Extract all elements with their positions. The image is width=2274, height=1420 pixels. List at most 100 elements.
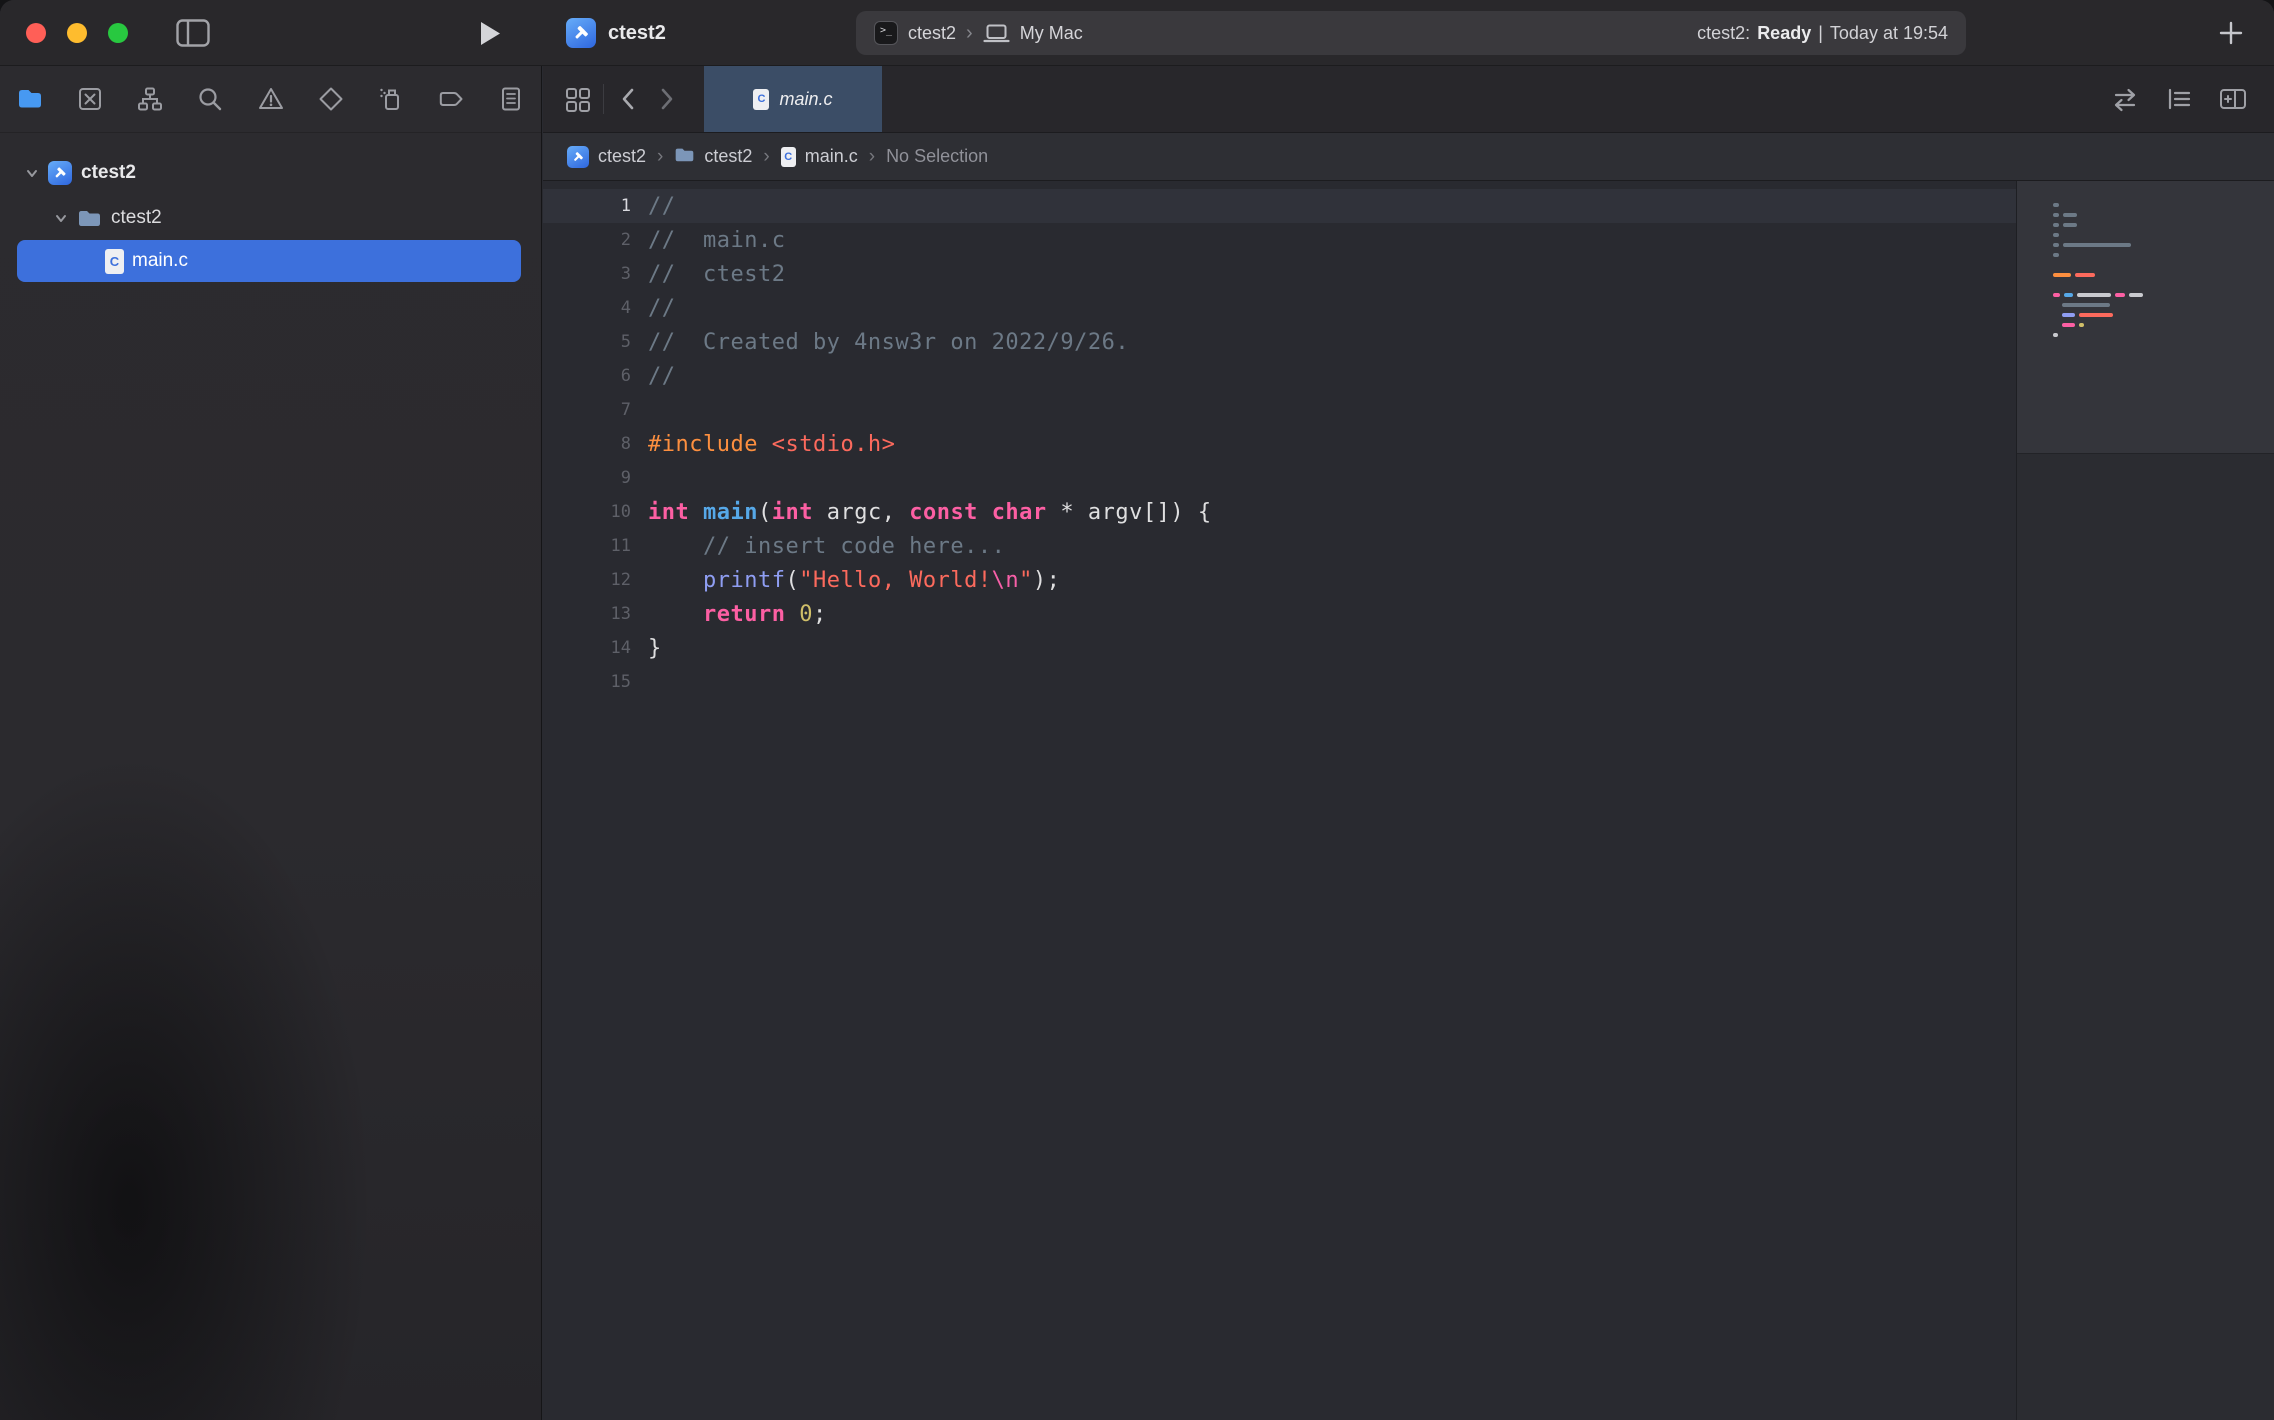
add-button[interactable] [2218,20,2244,51]
minimap-line [2053,233,2274,237]
activity-viewer[interactable]: ctest2: Ready | Today at 19:54 [1697,23,1948,44]
breadcrumb-item-group[interactable]: ctest2 [674,146,752,168]
sidebar-toggle-button[interactable] [176,19,210,52]
code-text: int main(int argc, const char * argv[]) … [648,500,1212,525]
c-file-icon: C [753,89,769,110]
plus-icon [2218,20,2244,46]
minimap-code-preview [2017,181,2274,454]
breakpoint-navigator-icon[interactable] [436,84,466,114]
code-line[interactable]: 10 int main(int argc, const char * argv[]… [543,495,2016,529]
code-line[interactable]: 3// ctest2 [543,257,2016,291]
code-line[interactable]: 5// Created by 4nsw3r on 2022/9/26. [543,325,2016,359]
minimap-line [2053,303,2274,307]
navigator-sidebar: ctest2 ctest2 C main.c [0,66,542,1420]
code-line[interactable]: 8#include <stdio.h> [543,427,2016,461]
line-number: 11 [543,536,631,556]
editor-tab-bar: C main.c [543,66,2274,133]
code-line[interactable]: 11 // insert code here... [543,529,2016,563]
report-navigator-icon[interactable] [496,84,526,114]
back-button[interactable] [616,85,640,113]
toolbar: ctest2 >_ ctest2 › My Mac ctest2: Ready … [0,0,2274,66]
breadcrumb-separator-icon: › [657,146,663,168]
code-text: // [648,194,676,219]
test-navigator-icon[interactable] [316,84,346,114]
minimap-line [2053,213,2274,217]
laptop-icon [983,23,1010,44]
find-navigator-icon[interactable] [195,84,225,114]
code-text: return 0; [648,602,827,627]
xcode-project-icon [48,161,72,185]
editor-tab-main-c[interactable]: C main.c [704,66,882,132]
terminal-icon: >_ [874,21,898,45]
disclosure-chevron-icon[interactable] [25,166,39,180]
code-text: // Created by 4nsw3r on 2022/9/26. [648,330,1129,355]
xcode-project-icon [567,146,589,168]
sidebar-toggle-icon [176,19,210,47]
code-line[interactable]: 2// main.c [543,223,2016,257]
source-control-navigator-icon[interactable] [75,84,105,114]
status-state: Ready [1757,23,1811,44]
scheme-destination[interactable]: My Mac [1020,23,1083,44]
minimap-line [2053,323,2274,327]
tree-file-label: main.c [132,250,188,272]
minimap-line [2053,243,2274,247]
minimap[interactable] [2016,181,2274,1420]
related-items-grid-icon[interactable] [563,85,591,113]
hammer-icon [571,150,585,164]
forward-button[interactable] [654,85,678,113]
code-line[interactable]: 15 [543,665,2016,699]
line-number: 15 [543,672,631,692]
debug-navigator-icon[interactable] [376,84,406,114]
code-line[interactable]: 12 printf("Hello, World!\n"); [543,563,2016,597]
code-line[interactable]: 13 return 0; [543,597,2016,631]
breadcrumb-item-selection[interactable]: No Selection [886,146,988,167]
code-review-icon[interactable] [2110,85,2140,113]
line-number: 10 [543,502,631,522]
tree-row-main-c[interactable]: C main.c [17,240,521,282]
scheme-target[interactable]: ctest2 [908,23,956,44]
tree-row-project[interactable]: ctest2 [0,150,541,195]
project-navigator-icon[interactable] [15,84,45,114]
project-file-tree: ctest2 ctest2 C main.c [0,150,541,282]
editor-options-icon[interactable] [2164,85,2194,113]
breadcrumb-separator-icon: › [763,146,769,168]
code-line[interactable]: 6// [543,359,2016,393]
code-line[interactable]: 4// [543,291,2016,325]
minimap-line [2053,253,2274,257]
line-number: 6 [543,366,631,386]
run-button[interactable] [478,20,502,52]
breadcrumb-selection-label: No Selection [886,146,988,167]
c-file-icon: C [105,249,124,274]
tab-bar-divider [603,84,604,114]
tree-group-label: ctest2 [111,207,162,229]
breadcrumb-separator-icon: › [869,146,875,168]
code-line[interactable]: 14} [543,631,2016,665]
tree-row-group[interactable]: ctest2 [0,195,541,240]
breadcrumb-item-file[interactable]: C main.c [781,146,858,167]
terminal-glyph: >_ [880,25,892,36]
traffic-light-close[interactable] [26,23,46,43]
code-line[interactable]: 7 [543,393,2016,427]
c-file-icon-letter: C [784,151,792,163]
traffic-light-zoom[interactable] [108,23,128,43]
code-line[interactable]: 9 [543,461,2016,495]
line-number: 4 [543,298,631,318]
hammer-icon [52,165,68,181]
c-file-icon-letter: C [758,93,766,105]
issue-navigator-icon[interactable] [256,84,286,114]
add-editor-icon[interactable] [2218,85,2248,113]
editor-tab-label: main.c [779,89,832,110]
breadcrumb-item-project[interactable]: ctest2 [567,146,646,168]
code-text: } [648,636,662,661]
symbol-navigator-icon[interactable] [135,84,165,114]
play-icon [478,20,502,47]
source-editor[interactable]: 1//2// main.c3// ctest24//5// Created by… [543,181,2274,1420]
line-number: 3 [543,264,631,284]
disclosure-chevron-icon[interactable] [54,211,68,225]
traffic-light-minimize[interactable] [67,23,87,43]
minimap-line [2053,263,2274,267]
minimap-line [2053,333,2274,337]
window-title: ctest2 [608,0,666,66]
code-line[interactable]: 1// [543,189,2016,223]
minimap-line [2053,293,2274,297]
